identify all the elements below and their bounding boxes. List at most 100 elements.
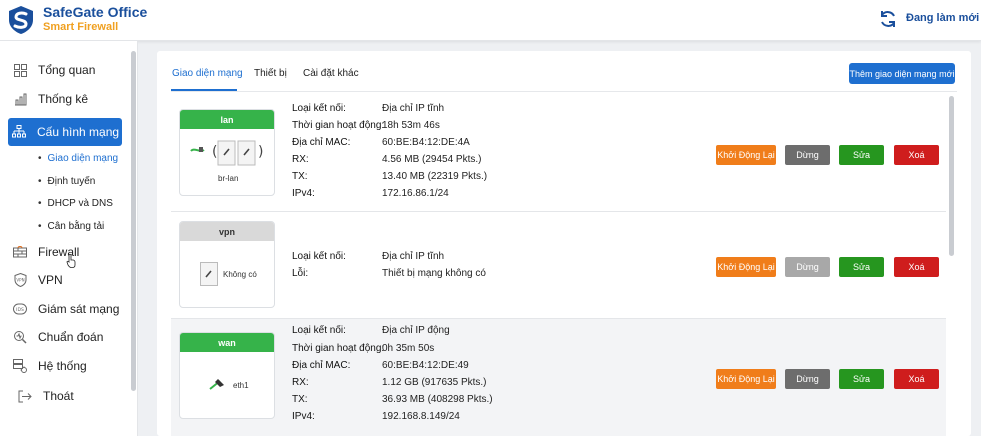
logout-icon [18,389,32,403]
tab-divider [171,91,957,92]
interface-card[interactable]: wan eth1 [179,332,275,419]
field-value: 60:BE:B4:12:DE:4A [382,137,470,148]
main-panel: Giao diện mạng Thiết bị Cài đặt khác Thê… [157,51,971,436]
mouse-cursor-icon [66,254,76,268]
sidebar-item-logout[interactable]: Thoát [0,383,130,409]
brand-subtitle: Smart Firewall [43,21,119,33]
sidebar-item-label: Chuẩn đoán [38,330,104,344]
field-key: IPv4: [292,188,315,199]
field-value: Địa chỉ IP tĩnh [382,251,445,262]
interface-device-graphic: Không có [180,241,274,307]
sidebar-item-label: Thống kê [38,92,89,106]
interface-card[interactable]: lan ( ) br-lan [179,109,275,196]
field-key: Loại kết nối: [292,325,346,336]
network-icon [12,125,26,139]
field-value: 13.40 MB (22319 Pkts.) [382,171,488,182]
delete-button[interactable]: Xoá [894,145,939,165]
svg-text:(: ( [212,144,217,160]
field-key: RX: [292,154,309,165]
sidebar-item-label: Hệ thống [38,359,87,373]
sidebar-item-overview[interactable]: Tổng quan [0,57,130,83]
field-value: 18h 53m 46s [382,120,440,131]
sidebar-item-label: Tổng quan [38,63,96,77]
field-value: 1.12 GB (917635 Pkts.) [382,377,487,388]
sidebar: Tổng quan Thống kê Cấu hình mạng Giao di… [0,41,138,436]
sidebar-item-firewall[interactable]: Firewall [0,239,130,265]
delete-button[interactable]: Xoá [894,257,939,277]
interface-row-lan: lan ( ) br-lan Loại kết nối: Địa chỉ IP … [171,96,946,212]
sidebar-item-label: Giám sát mạng [38,302,120,316]
dashboard-icon [13,63,27,77]
field-value: 60:BE:B4:12:DE:49 [382,360,469,371]
interface-device-graphic: ( ) br-lan [180,129,274,195]
restart-button[interactable]: Khởi Động Lại [716,145,776,165]
interface-device-label: br-lan [218,174,239,183]
field-value: 192.168.8.149/24 [382,411,460,422]
sidebar-item-monitoring[interactable]: IDS Giám sát mạng [0,296,130,322]
sidebar-item-diagnostics[interactable]: Chuẩn đoán [0,324,130,350]
svg-text:IDS: IDS [16,307,24,313]
interface-name-badge: wan [180,333,274,352]
sidebar-item-label: Thoát [43,389,74,403]
interface-name-badge: vpn [180,222,274,241]
system-icon [13,359,27,373]
field-value: 4.56 MB (29454 Pkts.) [382,154,482,165]
ids-icon: IDS [13,302,27,316]
field-key: Thời gian hoạt động: [292,120,385,131]
svg-text:): ) [258,144,263,160]
sidebar-item-vpn[interactable]: VPN VPN [0,267,130,293]
sidebar-scrollbar[interactable] [131,51,136,391]
stop-button[interactable]: Dừng [785,145,830,165]
sidebar-subitem-routing[interactable]: Định tuyến [38,176,96,187]
interface-name-badge: lan [180,110,274,129]
refresh-icon[interactable] [878,9,898,29]
interface-device-label: eth1 [233,381,249,390]
firewall-icon [13,245,27,259]
app-header: SafeGate Office Smart Firewall Đang làm … [0,0,981,41]
field-key: RX: [292,377,309,388]
field-key: Lỗi: [292,268,309,279]
delete-button[interactable]: Xoá [894,369,939,389]
edit-button[interactable]: Sửa [839,145,884,165]
ethernet-port-icon [209,379,224,390]
field-key: TX: [292,394,308,405]
field-value: Thiết bị mạng không có [382,268,486,279]
sidebar-item-system[interactable]: Hệ thống [0,353,130,379]
stop-button[interactable]: Dừng [785,369,830,389]
sidebar-item-statistics[interactable]: Thống kê [0,86,130,112]
sidebar-item-label: VPN [38,273,63,287]
add-interface-button[interactable]: Thêm giao diện mạng mới [849,63,955,84]
list-scrollbar[interactable] [949,96,954,256]
field-value: 0h 35m 50s [382,343,435,354]
sidebar-subitem-load-balance[interactable]: Cân bằng tải [38,221,105,232]
interface-device-label: Không có [223,270,257,279]
edit-button[interactable]: Sửa [839,369,884,389]
interface-device-graphic: eth1 [180,352,274,418]
restart-button[interactable]: Khởi Động Lại [716,257,776,277]
sidebar-item-network-config[interactable]: Cấu hình mạng [8,118,122,146]
vpn-shield-icon: VPN [13,273,27,287]
tab-devices[interactable]: Thiết bị [254,68,287,79]
device-icon [200,262,218,286]
bridge-device-icon: ( ) [190,140,263,166]
field-key: TX: [292,171,308,182]
field-value: Địa chỉ IP tĩnh [382,103,445,114]
tab-other-settings[interactable]: Cài đặt khác [303,68,359,79]
diagnostic-icon [13,330,27,344]
restart-button[interactable]: Khởi Động Lại [716,369,776,389]
interface-card[interactable]: vpn Không có [179,221,275,308]
stop-button-disabled[interactable]: Dừng [785,257,830,277]
sidebar-subitem-dhcp-dns[interactable]: DHCP và DNS [38,198,113,209]
field-key: Địa chỉ MAC: [292,137,351,148]
refresh-status-label[interactable]: Đang làm mới [906,12,979,24]
sidebar-item-label: Cấu hình mạng [37,125,120,139]
edit-button[interactable]: Sửa [839,257,884,277]
tab-network-interfaces[interactable]: Giao diện mạng [172,68,243,79]
field-key: Thời gian hoạt động: [292,343,385,354]
sidebar-subitem-interfaces[interactable]: Giao diện mạng [38,153,119,164]
bar-chart-icon [13,92,27,106]
field-key: Địa chỉ MAC: [292,360,351,371]
interface-row-vpn: vpn Không có Loại kết nối: Địa chỉ IP tĩ… [171,212,946,319]
field-key: Loại kết nối: [292,103,346,114]
field-value: 36.93 MB (408298 Pkts.) [382,394,493,405]
